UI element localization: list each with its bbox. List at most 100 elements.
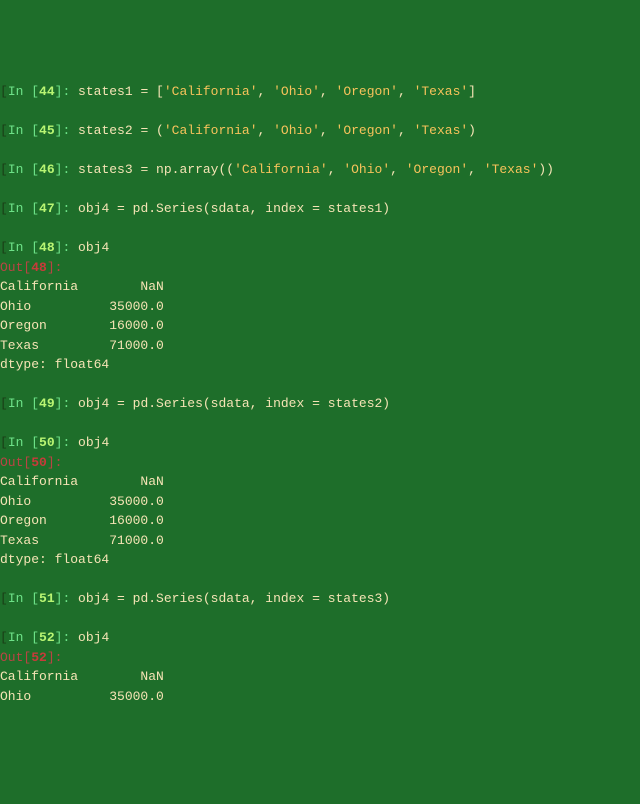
code-segment: 'Ohio' (273, 84, 320, 99)
in-prompt: In [ (8, 240, 39, 255)
in-prompt-suffix: ]: (55, 591, 78, 606)
out-number: 48 (31, 260, 47, 275)
code-segment: , (320, 84, 336, 99)
code-segment: 'Ohio' (273, 123, 320, 138)
in-prompt: In [ (8, 123, 39, 138)
in-prompt-suffix: ]: (55, 396, 78, 411)
code-segment: 'Texas' (484, 162, 539, 177)
out-prompt-suffix: ]: (47, 455, 63, 470)
blank-line (0, 570, 640, 590)
prompt-bracket: [ (0, 240, 8, 255)
in-number: 49 (39, 396, 55, 411)
in-prompt-suffix: ]: (55, 240, 78, 255)
input-cell[interactable]: [In [51]: obj4 = pd.Series(sdata, index … (0, 589, 640, 609)
in-number: 50 (39, 435, 55, 450)
code-segment: , (390, 162, 406, 177)
out-prompt-suffix: ]: (47, 260, 63, 275)
blank-line (0, 102, 640, 122)
blank-line (0, 609, 640, 629)
code-segment: obj4 (78, 630, 109, 645)
out-number: 52 (31, 650, 47, 665)
input-cell[interactable]: [In [44]: states1 = ['California', 'Ohio… (0, 82, 640, 102)
output-line: Ohio 35000.0 (0, 297, 640, 317)
blank-line (0, 141, 640, 161)
in-number: 51 (39, 591, 55, 606)
blank-line (0, 414, 640, 434)
out-prompt: Out[ (0, 260, 31, 275)
prompt-bracket: [ (0, 435, 8, 450)
output-line: California NaN (0, 472, 640, 492)
code-segment: )) (538, 162, 554, 177)
input-cell[interactable]: [In [49]: obj4 = pd.Series(sdata, index … (0, 394, 640, 414)
out-number: 50 (31, 455, 47, 470)
output-line: Texas 71000.0 (0, 336, 640, 356)
code-segment: obj4 = pd.Series(sdata, index = states2) (78, 396, 390, 411)
in-prompt: In [ (8, 591, 39, 606)
in-prompt-suffix: ]: (55, 201, 78, 216)
in-prompt: In [ (8, 435, 39, 450)
in-prompt: In [ (8, 201, 39, 216)
in-number: 46 (39, 162, 55, 177)
output-line: dtype: float64 (0, 355, 640, 375)
output-line: Oregon 16000.0 (0, 511, 640, 531)
code-segment: obj4 = pd.Series(sdata, index = states3) (78, 591, 390, 606)
code-segment: , (258, 84, 274, 99)
code-segment: , (328, 162, 344, 177)
output-line: California NaN (0, 277, 640, 297)
code-segment: 'Ohio' (343, 162, 390, 177)
prompt-bracket: [ (0, 162, 8, 177)
output-line: dtype: float64 (0, 550, 640, 570)
code-segment: 'Texas' (414, 123, 469, 138)
input-cell[interactable]: [In [46]: states3 = np.array(('Californi… (0, 160, 640, 180)
out-prompt: Out[ (0, 455, 31, 470)
output-prompt: Out[52]: (0, 648, 640, 668)
in-prompt: In [ (8, 162, 39, 177)
in-number: 47 (39, 201, 55, 216)
code-segment: , (468, 162, 484, 177)
prompt-bracket: [ (0, 84, 8, 99)
in-number: 52 (39, 630, 55, 645)
code-segment: ) (468, 123, 476, 138)
code-segment: , (398, 84, 414, 99)
blank-line (0, 375, 640, 395)
input-cell[interactable]: [In [45]: states2 = ('California', 'Ohio… (0, 121, 640, 141)
code-segment: 'Oregon' (406, 162, 468, 177)
code-segment: 'Texas' (414, 84, 469, 99)
output-line: Oregon 16000.0 (0, 316, 640, 336)
in-prompt: In [ (8, 84, 39, 99)
code-segment: states1 = [ (78, 84, 164, 99)
output-line: Ohio 35000.0 (0, 687, 640, 707)
in-prompt: In [ (8, 396, 39, 411)
code-segment: 'California' (234, 162, 328, 177)
code-segment: 'Oregon' (336, 123, 398, 138)
in-prompt-suffix: ]: (55, 84, 78, 99)
code-segment: obj4 (78, 435, 109, 450)
in-prompt-suffix: ]: (55, 123, 78, 138)
ipython-terminal: [In [44]: states1 = ['California', 'Ohio… (0, 82, 640, 706)
prompt-bracket: [ (0, 201, 8, 216)
output-line: Texas 71000.0 (0, 531, 640, 551)
code-segment: ] (468, 84, 476, 99)
blank-line (0, 180, 640, 200)
output-prompt: Out[48]: (0, 258, 640, 278)
input-cell[interactable]: [In [48]: obj4 (0, 238, 640, 258)
input-cell[interactable]: [In [50]: obj4 (0, 433, 640, 453)
prompt-bracket: [ (0, 123, 8, 138)
out-prompt: Out[ (0, 650, 31, 665)
code-segment: states2 = ( (78, 123, 164, 138)
code-segment: 'California' (164, 84, 258, 99)
input-cell[interactable]: [In [52]: obj4 (0, 628, 640, 648)
code-segment: obj4 = pd.Series(sdata, index = states1) (78, 201, 390, 216)
out-prompt-suffix: ]: (47, 650, 63, 665)
output-line: California NaN (0, 667, 640, 687)
prompt-bracket: [ (0, 591, 8, 606)
in-prompt-suffix: ]: (55, 435, 78, 450)
in-number: 48 (39, 240, 55, 255)
prompt-bracket: [ (0, 396, 8, 411)
in-number: 45 (39, 123, 55, 138)
code-segment: states3 = np.array(( (78, 162, 234, 177)
code-segment: obj4 (78, 240, 109, 255)
code-segment: , (398, 123, 414, 138)
input-cell[interactable]: [In [47]: obj4 = pd.Series(sdata, index … (0, 199, 640, 219)
in-prompt-suffix: ]: (55, 630, 78, 645)
